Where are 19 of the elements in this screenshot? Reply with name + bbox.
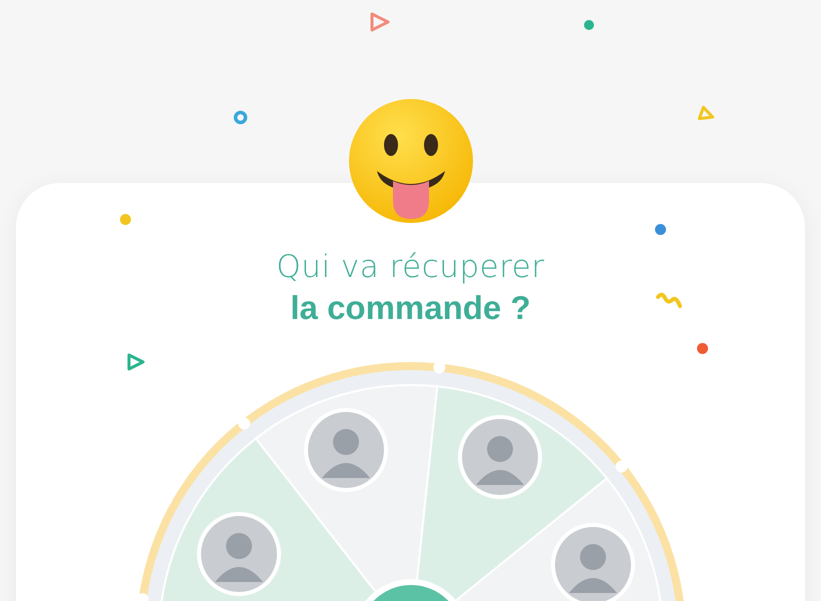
- confetti-icon: [127, 353, 145, 371]
- avatar-icon: [196, 512, 280, 596]
- confetti-icon: [120, 214, 131, 225]
- avatar-icon: [458, 415, 542, 499]
- tongue-emoji-icon: [346, 97, 474, 225]
- confetti-icon: [655, 224, 666, 235]
- confetti-icon: [656, 292, 684, 310]
- heading-line: la commande ?: [290, 289, 531, 327]
- confetti-icon: [370, 12, 390, 32]
- confetti-icon: [233, 110, 248, 125]
- rim-dot: [615, 460, 628, 472]
- heading-line: Qui va récuperer: [276, 249, 545, 285]
- avatar-icon: [550, 523, 634, 601]
- confetti-icon: [699, 107, 715, 123]
- avatar-icon: [304, 408, 388, 492]
- confetti-icon: [697, 343, 708, 354]
- rim-dot: [432, 361, 445, 374]
- confetti-icon: [584, 20, 594, 30]
- rim-dot: [238, 417, 250, 430]
